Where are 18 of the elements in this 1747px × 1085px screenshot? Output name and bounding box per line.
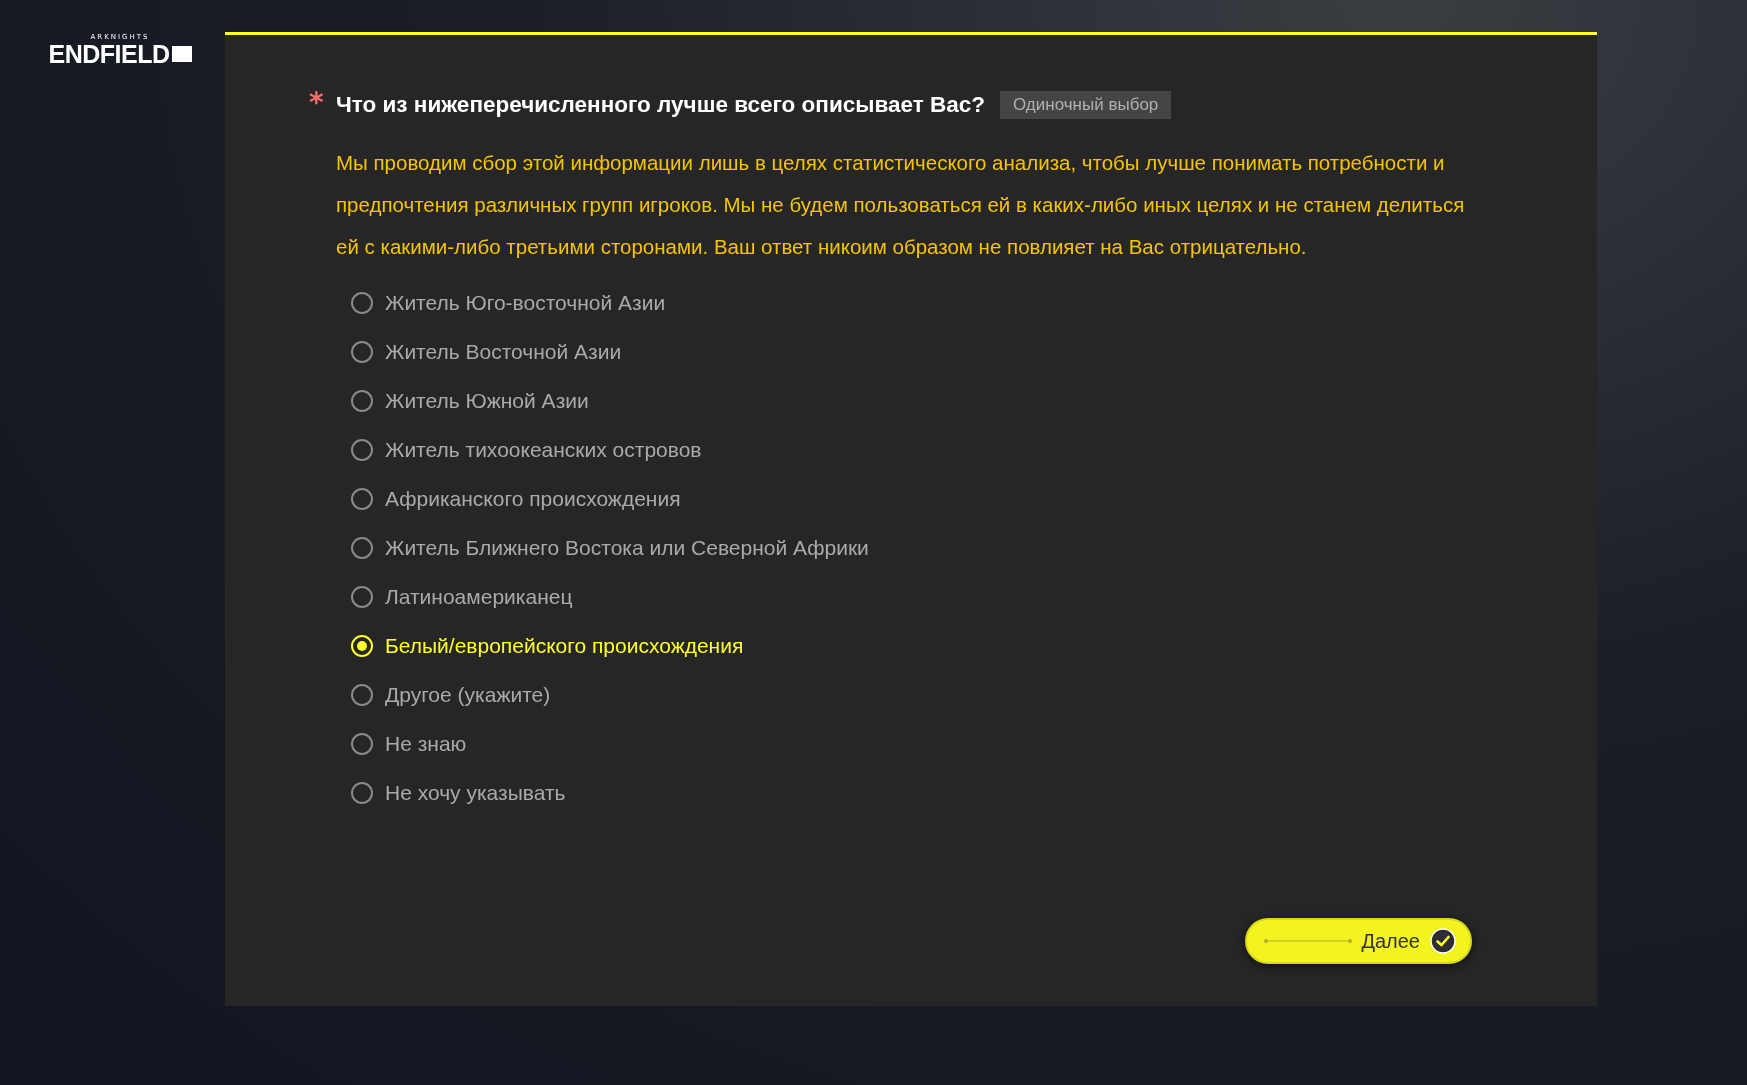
radio-option[interactable]: Не знаю	[351, 719, 467, 768]
question-type-tag: Одиночный выбор	[1000, 90, 1172, 119]
line-decoration-icon	[1263, 938, 1353, 944]
radio-option[interactable]: Житель Ближнего Востока или Северной Африки	[351, 523, 869, 572]
radio-option[interactable]: Житель Юго-восточной Азии	[351, 278, 666, 327]
radio-option[interactable]: Не хочу указывать	[351, 768, 566, 817]
next-button[interactable]: Далее	[1245, 918, 1472, 964]
check-icon	[1430, 928, 1456, 954]
radio-option[interactable]: Африканского происхождения	[351, 474, 681, 523]
radio-option[interactable]: Житель Южной Азии	[351, 376, 589, 425]
question-title: Что из нижеперечисленного лучше всего описывает Вас?	[336, 91, 985, 118]
radio-option[interactable]: Житель Восточной Азии	[351, 327, 622, 376]
required-asterisk: *	[309, 86, 325, 119]
radio-option[interactable]: Другое (укажите)	[351, 670, 551, 719]
description-text: Мы проводим сбор этой информации лишь в целях статистического анализа, чтобы лучше понимать потребности и предпочтения различных групп игроков. Мы не будем пользоваться ей в каких-либо иных целях и не станем делиться ей с какими-либо третьими сторонами. Ваш ответ никоим образом не повлияет на Вас отрицательно.	[336, 150, 1466, 260]
radio-option[interactable]: Белый/европейского происхождения	[351, 621, 744, 670]
radio-option[interactable]: Житель тихоокеанских островов	[351, 425, 702, 474]
radio-option[interactable]: Латиноамериканец	[351, 572, 573, 621]
